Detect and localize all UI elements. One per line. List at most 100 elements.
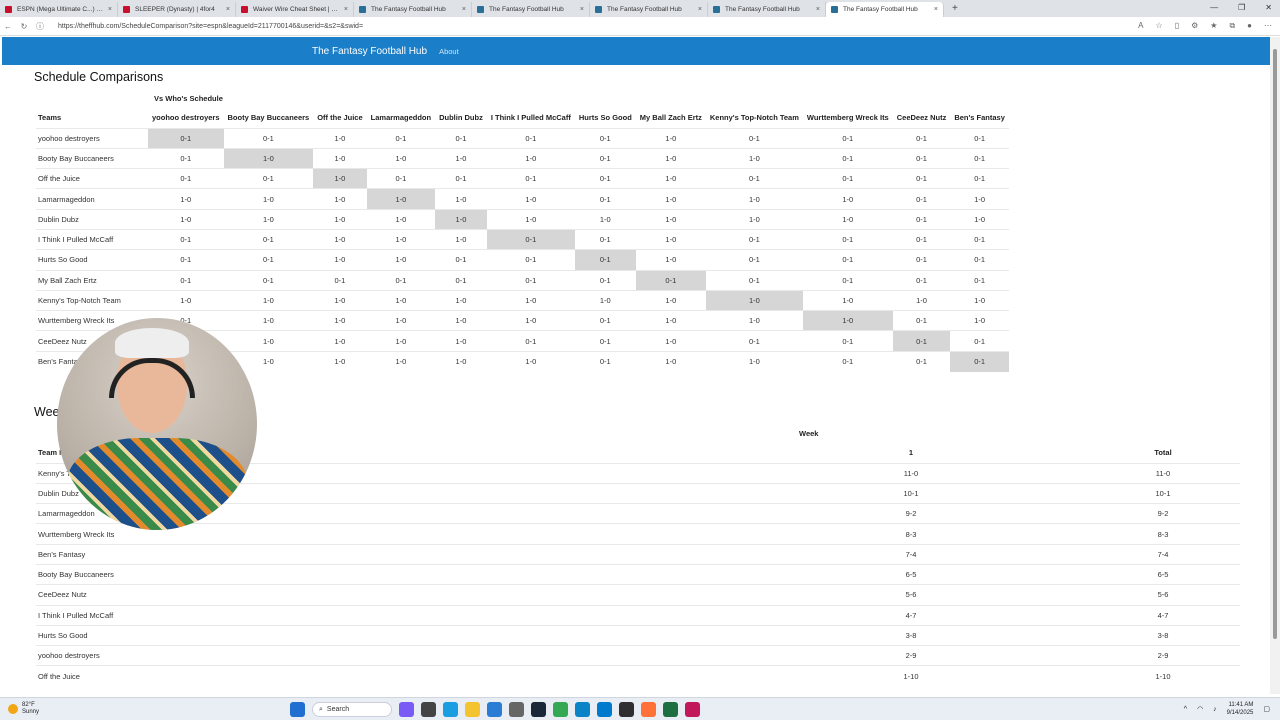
vscode-icon[interactable] bbox=[597, 702, 612, 717]
record-cell: 1-0 bbox=[313, 249, 367, 271]
tab-favicon-icon bbox=[713, 6, 720, 13]
record-cell: 0-1 bbox=[892, 147, 951, 169]
record-cell: 0-1 bbox=[574, 168, 636, 189]
record-cell: 1-0 bbox=[635, 127, 706, 149]
menu-icon[interactable]: ⋯ bbox=[1264, 21, 1272, 31]
obs-icon[interactable] bbox=[619, 702, 634, 717]
app-icon[interactable] bbox=[685, 702, 700, 717]
extensions-icon[interactable]: ⚙ bbox=[1191, 21, 1198, 31]
browser-tab[interactable]: The Fantasy Football Hub × bbox=[354, 2, 472, 17]
browser-tab-bar: ESPN (Mega Ultimate C...) | 4for4×SLEEPE… bbox=[0, 0, 1280, 17]
tab-close-icon[interactable]: × bbox=[816, 6, 820, 13]
record-cell: 0-1 bbox=[574, 147, 636, 169]
week-record-cell: 8-3 bbox=[736, 523, 1086, 545]
record-cell: 0-1 bbox=[486, 249, 575, 271]
close-window-icon[interactable]: ✕ bbox=[1265, 3, 1272, 12]
read-aloud-icon[interactable]: A bbox=[1138, 21, 1143, 31]
back-icon[interactable]: ← bbox=[0, 22, 16, 31]
tab-title: SLEEPER (Dynasty) | 4for4 bbox=[135, 6, 215, 13]
browser-tab[interactable]: ESPN (Mega Ultimate C...) | 4for4 × bbox=[0, 2, 118, 17]
record-cell: 1-0 bbox=[950, 208, 1009, 230]
record-cell: 1-0 bbox=[366, 228, 436, 250]
record-cell: 1-0 bbox=[705, 310, 803, 331]
tab-favicon-icon bbox=[241, 6, 248, 13]
record-cell: 0-1 bbox=[486, 127, 575, 149]
schedule-column-header: Booty Bay Buccaneers bbox=[227, 113, 310, 123]
chrome-icon[interactable] bbox=[553, 702, 568, 717]
record-cell: 0-1 bbox=[148, 228, 224, 250]
page-scrollbar[interactable] bbox=[1270, 37, 1280, 694]
tab-close-icon[interactable]: × bbox=[934, 6, 938, 13]
tab-close-icon[interactable]: × bbox=[226, 6, 230, 13]
record-cell: 1-0 bbox=[223, 330, 314, 352]
total-record-cell: 3-8 bbox=[1086, 624, 1240, 646]
task-view-icon[interactable] bbox=[421, 702, 436, 717]
tab-close-icon[interactable]: × bbox=[462, 6, 466, 13]
profile-icon[interactable]: ● bbox=[1247, 21, 1252, 31]
schedule-column-header: Hurts So Good bbox=[578, 113, 632, 123]
chevron-up-icon[interactable]: ^ bbox=[1184, 706, 1187, 713]
nav-about-link[interactable]: About bbox=[439, 47, 459, 56]
record-cell: 1-0 bbox=[486, 188, 575, 210]
steam-icon[interactable] bbox=[531, 702, 546, 717]
store-icon[interactable] bbox=[487, 702, 502, 717]
edge-icon[interactable] bbox=[443, 702, 458, 717]
site-info-icon[interactable]: ⓘ bbox=[32, 21, 48, 32]
site-navbar: The Fantasy Football Hub About bbox=[2, 37, 1270, 65]
browser-tab[interactable]: The Fantasy Football Hub × bbox=[590, 2, 708, 17]
record-cell: 1-0 bbox=[313, 350, 367, 372]
record-cell: 0-1 bbox=[223, 269, 314, 291]
tab-title: Waiver Wire Cheat Sheet | 4for4 bbox=[253, 6, 340, 13]
table-row: Ben's Fantasy 7-4 7-4 bbox=[36, 543, 1240, 565]
restore-icon[interactable]: ❐ bbox=[1238, 3, 1245, 12]
browser-tab[interactable]: SLEEPER (Dynasty) | 4for4 × bbox=[118, 2, 236, 17]
split-screen-icon[interactable]: ▯ bbox=[1175, 21, 1179, 31]
tab-close-icon[interactable]: × bbox=[344, 6, 348, 13]
photos-icon[interactable] bbox=[575, 702, 590, 717]
table-row: Hurts So Good 3-8 3-8 bbox=[36, 624, 1240, 646]
team-name-cell: Hurts So Good bbox=[36, 624, 736, 646]
browser-tab[interactable]: Waiver Wire Cheat Sheet | 4for4 × bbox=[236, 2, 354, 17]
taskbar-search[interactable]: ⌕ Search bbox=[312, 702, 392, 717]
record-cell: 1-0 bbox=[366, 147, 436, 169]
excel-icon[interactable] bbox=[663, 702, 678, 717]
system-clock[interactable]: 11:41 AM 9/14/2025 bbox=[1227, 701, 1254, 717]
favorite-star-icon[interactable]: ☆ bbox=[1156, 21, 1163, 31]
site-brand-link[interactable]: The Fantasy Football Hub bbox=[312, 46, 427, 57]
tab-close-icon[interactable]: × bbox=[698, 6, 702, 13]
scrollbar-thumb[interactable] bbox=[1273, 49, 1277, 639]
browser-tab[interactable]: The Fantasy Football Hub × bbox=[826, 2, 944, 17]
file-explorer-icon[interactable] bbox=[465, 702, 480, 717]
firefox-icon[interactable] bbox=[641, 702, 656, 717]
team-name-cell: I Think I Pulled McCaff bbox=[36, 604, 736, 626]
total-record-cell: 10-1 bbox=[1086, 482, 1240, 504]
url-field[interactable]: https://theffhub.com/ScheduleComparison?… bbox=[58, 23, 1138, 30]
wifi-icon[interactable]: ◠ bbox=[1197, 705, 1203, 713]
browser-tab[interactable]: The Fantasy Football Hub × bbox=[472, 2, 590, 17]
favorites-icon[interactable]: ★ bbox=[1210, 21, 1217, 31]
start-icon[interactable] bbox=[290, 702, 305, 717]
record-cell: 1-0 bbox=[635, 168, 706, 189]
record-cell: 1-0 bbox=[313, 310, 367, 331]
record-cell: 1-0 bbox=[435, 228, 487, 250]
record-cell: 0-1 bbox=[435, 168, 487, 189]
notification-icon[interactable]: ▢ bbox=[1263, 705, 1270, 713]
tab-close-icon[interactable]: × bbox=[108, 6, 112, 13]
copilot-icon[interactable] bbox=[399, 702, 414, 717]
total-record-cell: 6-5 bbox=[1086, 563, 1240, 585]
collections-icon[interactable]: ⧉ bbox=[1229, 21, 1235, 31]
settings-icon[interactable] bbox=[509, 702, 524, 717]
record-cell: 0-1 bbox=[435, 269, 487, 291]
record-cell: 0-1 bbox=[892, 269, 951, 291]
table-row: I Think I Pulled McCaff 4-7 4-7 bbox=[36, 604, 1240, 626]
record-cell: 0-1 bbox=[574, 269, 636, 291]
schedule-column-header: Wurttemberg Wreck Its bbox=[806, 113, 889, 123]
reload-icon[interactable]: ↻ bbox=[16, 22, 32, 31]
volume-icon[interactable]: ♪ bbox=[1213, 706, 1217, 713]
weather-widget[interactable]: 82°F Sunny bbox=[8, 702, 39, 716]
tab-close-icon[interactable]: × bbox=[580, 6, 584, 13]
record-cell: 1-0 bbox=[802, 310, 893, 331]
browser-tab[interactable]: The Fantasy Football Hub × bbox=[708, 2, 826, 17]
new-tab-button[interactable]: + bbox=[952, 3, 958, 14]
minimize-icon[interactable]: — bbox=[1210, 3, 1218, 12]
